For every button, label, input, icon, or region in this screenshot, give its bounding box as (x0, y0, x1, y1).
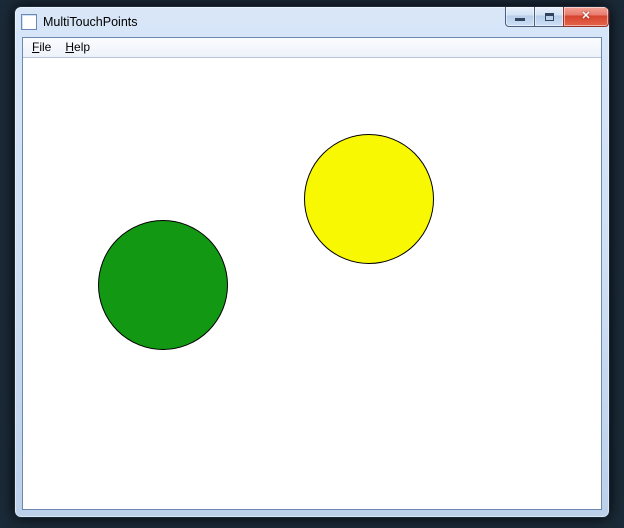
menu-file[interactable]: File (25, 39, 58, 56)
menu-label-rest: ile (39, 40, 51, 54)
app-window: MultiTouchPoints ✕ File Help (14, 6, 610, 518)
menu-label-rest: elp (74, 40, 90, 54)
window-title: MultiTouchPoints (43, 15, 138, 29)
touch-point[interactable] (304, 134, 434, 264)
menu-help[interactable]: Help (58, 39, 97, 56)
maximize-button[interactable] (534, 7, 564, 27)
touch-canvas[interactable] (23, 59, 601, 509)
caption-buttons: ✕ (506, 7, 609, 27)
client-area: File Help (22, 37, 602, 510)
maximize-icon (545, 13, 554, 21)
minimize-icon (515, 18, 525, 21)
title-bar[interactable]: MultiTouchPoints ✕ (15, 7, 609, 37)
minimize-button[interactable] (505, 7, 535, 27)
close-button[interactable]: ✕ (563, 7, 609, 27)
menu-mnemonic: H (65, 40, 74, 54)
app-icon (21, 14, 37, 30)
menu-bar: File Help (23, 38, 601, 58)
touch-point[interactable] (98, 220, 228, 350)
close-icon: ✕ (581, 11, 590, 22)
